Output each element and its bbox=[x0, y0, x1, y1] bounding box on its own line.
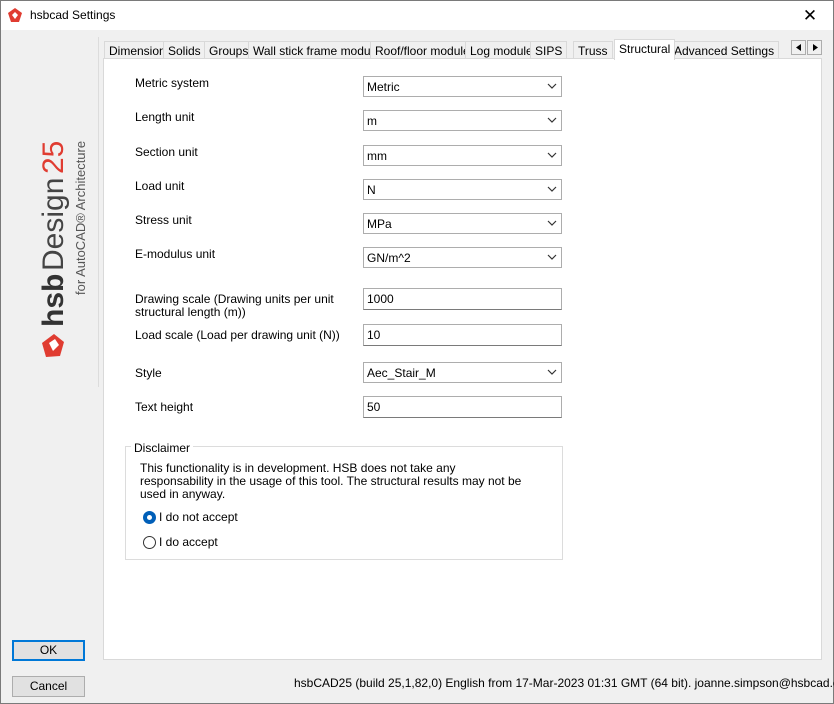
style-select[interactable]: Aec_Stair_M bbox=[363, 362, 562, 383]
section-unit-select[interactable]: mm bbox=[363, 145, 562, 166]
style-label: Style bbox=[135, 366, 162, 380]
emodulus-unit-select[interactable]: GN/m^2 bbox=[363, 247, 562, 268]
tab-scroll-right-button[interactable] bbox=[807, 40, 822, 55]
branding-sidebar: hsb Design 25 for AutoCAD® Architecture bbox=[9, 37, 99, 387]
drawing-scale-input[interactable]: 1000 bbox=[363, 288, 562, 310]
settings-window: hsbcad Settings ✕ hsb Design 25 for Auto… bbox=[0, 0, 834, 704]
chevron-down-icon bbox=[547, 220, 557, 226]
drawing-scale-label-line1: Drawing scale (Drawing units per unit bbox=[135, 292, 334, 306]
tab-scroll-left-button[interactable] bbox=[791, 40, 806, 55]
disclaimer-text-line1: This functionality is in development. HS… bbox=[140, 461, 456, 475]
hsbdesign-logo: hsb Design 25 for AutoCAD® Architecture bbox=[37, 141, 88, 357]
tab-structural[interactable]: Structural bbox=[614, 39, 676, 60]
disclaimer-title: Disclaimer bbox=[131, 441, 194, 455]
load-unit-label: Load unit bbox=[135, 179, 185, 193]
build-status-text: hsbCAD25 (build 25,1,82,0) English from … bbox=[294, 676, 834, 690]
load-scale-input[interactable]: 10 bbox=[363, 324, 562, 346]
cancel-button[interactable]: Cancel bbox=[12, 676, 85, 697]
metric-system-label: Metric system bbox=[135, 76, 210, 90]
emodulus-unit-label: E-modulus unit bbox=[135, 247, 216, 261]
chevron-down-icon bbox=[547, 117, 557, 123]
metric-system-select[interactable]: Metric bbox=[363, 76, 562, 97]
window-title: hsbcad Settings bbox=[30, 8, 116, 22]
brand-subtitle: for AutoCAD® Architecture bbox=[73, 141, 88, 295]
load-unit-select[interactable]: N bbox=[363, 179, 562, 200]
triangle-right-icon bbox=[812, 44, 818, 51]
radio-do-accept[interactable] bbox=[143, 536, 156, 549]
stress-unit-label: Stress unit bbox=[135, 213, 192, 227]
ok-button[interactable]: OK bbox=[12, 640, 85, 661]
hsb-mark-icon bbox=[42, 334, 64, 357]
chevron-down-icon bbox=[547, 83, 557, 89]
brand-light: Design bbox=[37, 178, 70, 271]
emodulus-unit-value: GN/m^2 bbox=[367, 251, 411, 265]
title-bar: hsbcad Settings ✕ bbox=[1, 1, 833, 30]
length-unit-value: m bbox=[367, 114, 377, 128]
disclaimer-text-line2: responsability in the usage of this tool… bbox=[140, 474, 522, 488]
section-unit-label: Section unit bbox=[135, 145, 198, 159]
chevron-down-icon bbox=[547, 152, 557, 158]
stress-unit-value: MPa bbox=[367, 217, 392, 231]
length-unit-select[interactable]: m bbox=[363, 110, 562, 131]
close-icon: ✕ bbox=[802, 5, 818, 25]
length-unit-label: Length unit bbox=[135, 110, 195, 124]
text-height-label: Text height bbox=[135, 400, 194, 414]
drawing-scale-label-line2: structural length (m)) bbox=[135, 305, 246, 319]
chevron-down-icon bbox=[547, 186, 557, 192]
load-scale-label: Load scale (Load per drawing unit (N)) bbox=[135, 328, 340, 342]
radio-do-accept-label[interactable]: I do accept bbox=[159, 535, 218, 549]
metric-system-value: Metric bbox=[367, 80, 400, 94]
text-height-input[interactable]: 50 bbox=[363, 396, 562, 418]
radio-do-not-accept-label[interactable]: I do not accept bbox=[159, 510, 238, 524]
stress-unit-select[interactable]: MPa bbox=[363, 213, 562, 234]
disclaimer-text-line3: used in anyway. bbox=[140, 487, 226, 501]
load-unit-value: N bbox=[367, 183, 376, 197]
style-value: Aec_Stair_M bbox=[367, 366, 436, 380]
tab-strip: Dimension Solids Groups Wall stick frame… bbox=[104, 39, 824, 60]
hsbcad-app-icon bbox=[8, 8, 22, 22]
section-unit-value: mm bbox=[367, 149, 387, 163]
radio-do-not-accept[interactable] bbox=[143, 511, 156, 524]
close-button[interactable]: ✕ bbox=[787, 1, 833, 30]
triangle-left-icon bbox=[795, 44, 801, 51]
chevron-down-icon bbox=[547, 254, 557, 260]
brand-version: 25 bbox=[37, 141, 70, 174]
brand-bold: hsb bbox=[37, 274, 70, 327]
chevron-down-icon bbox=[547, 369, 557, 375]
